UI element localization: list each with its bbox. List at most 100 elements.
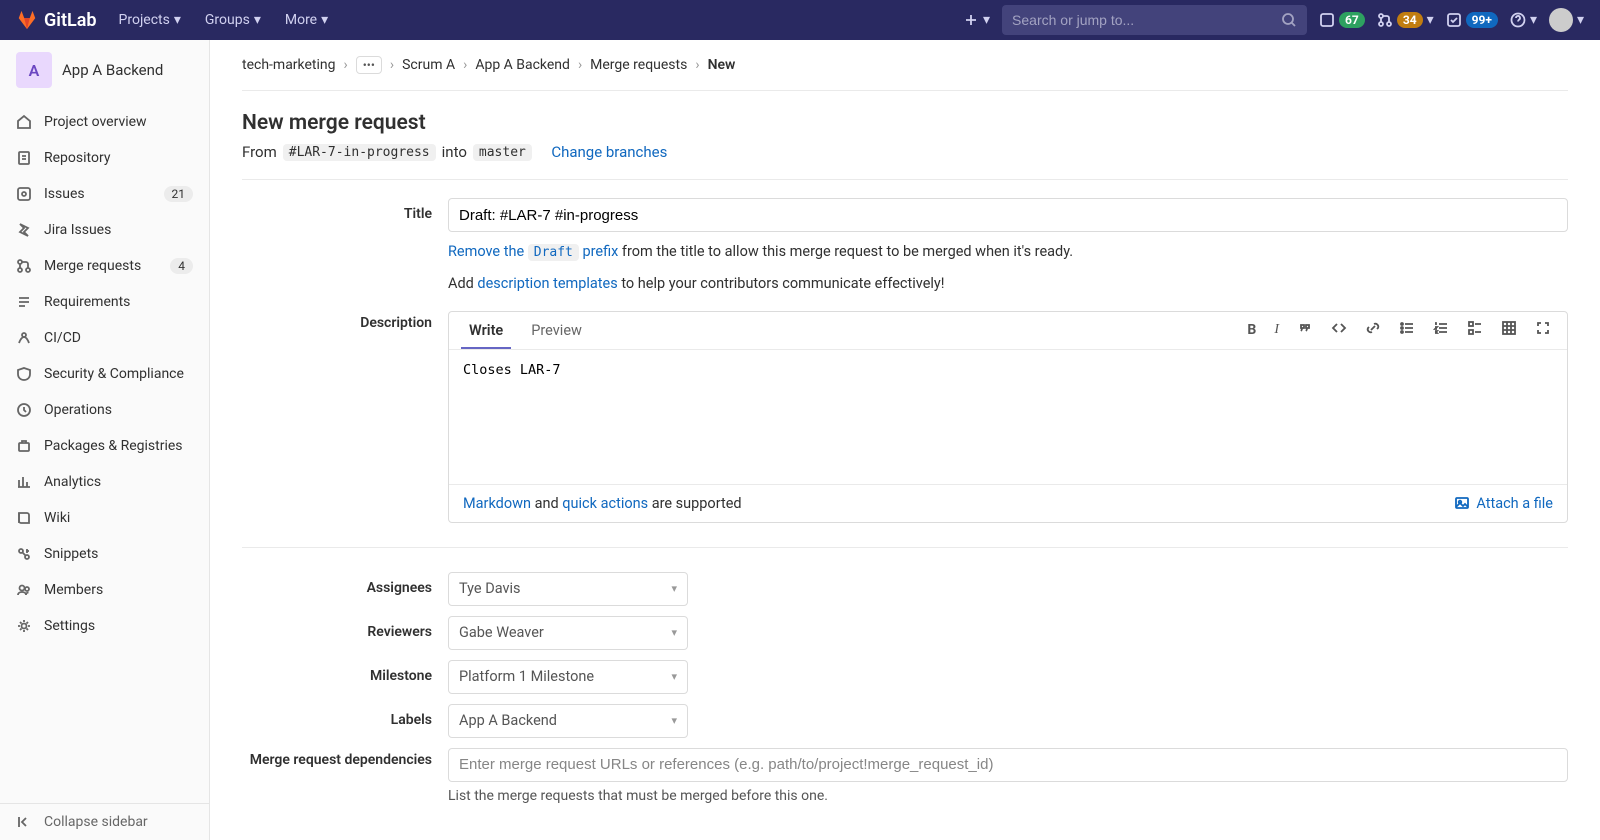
sidebar-item[interactable]: Operations: [0, 392, 209, 428]
sidebar-item-label: Settings: [44, 618, 95, 634]
nav-projects[interactable]: Projects▾: [109, 0, 191, 40]
breadcrumb-ellipsis[interactable]: •••: [356, 56, 382, 74]
sidebar-item[interactable]: Members: [0, 572, 209, 608]
desc-templates-link[interactable]: description templates: [477, 275, 617, 292]
tab-write[interactable]: Write: [461, 312, 511, 349]
chevron-down-icon: ▾: [174, 12, 181, 28]
title-input[interactable]: [448, 198, 1568, 232]
markdown-hint: Markdown and quick actions are supported: [463, 495, 742, 512]
crumb[interactable]: App A Backend: [475, 57, 570, 73]
sidebar-item-label: Merge requests: [44, 258, 141, 274]
image-icon: [1454, 495, 1470, 511]
attach-file-button[interactable]: Attach a file: [1454, 495, 1553, 512]
code-button[interactable]: [1327, 316, 1351, 344]
milestone-select[interactable]: Platform 1 Milestone▾: [448, 660, 688, 694]
link-button[interactable]: [1361, 316, 1385, 344]
description-textarea[interactable]: [449, 350, 1567, 480]
plus-menu[interactable]: ▾: [963, 12, 990, 28]
sidebar-item[interactable]: Requirements: [0, 284, 209, 320]
chevron-down-icon: ▾: [1427, 12, 1434, 28]
remove-draft-link[interactable]: Remove the Draft prefix: [448, 243, 618, 260]
sidebar-icon: [16, 366, 32, 382]
search-input-wrapper[interactable]: [1002, 5, 1307, 35]
sidebar-item[interactable]: Merge requests 4: [0, 248, 209, 284]
issues-counter[interactable]: 67: [1319, 12, 1365, 28]
deps-input[interactable]: [448, 748, 1568, 782]
mrs-counter[interactable]: 34 ▾: [1377, 12, 1434, 28]
crumb[interactable]: Merge requests: [590, 57, 687, 73]
deps-label: Merge request dependencies: [242, 748, 448, 804]
project-avatar: A: [16, 52, 52, 88]
sidebar-icon: [16, 330, 32, 346]
sidebar-item-label: CI/CD: [44, 330, 81, 346]
ul-button[interactable]: [1395, 316, 1419, 344]
sidebar-item-label: Requirements: [44, 294, 130, 310]
sidebar-item[interactable]: Snippets: [0, 536, 209, 572]
sidebar-icon: [16, 150, 32, 166]
sidebar-item[interactable]: Settings: [0, 608, 209, 644]
task-button[interactable]: [1463, 316, 1487, 344]
italic-button[interactable]: I: [1270, 318, 1283, 342]
chevron-down-icon: ▾: [671, 670, 677, 683]
user-menu[interactable]: ▾: [1549, 8, 1584, 32]
crumb[interactable]: Scrum A: [402, 57, 455, 73]
assignees-label: Assignees: [242, 572, 448, 606]
reviewers-label: Reviewers: [242, 616, 448, 650]
chevron-down-icon: ▾: [1530, 12, 1537, 28]
sidebar-item[interactable]: Jira Issues: [0, 212, 209, 248]
sidebar-item[interactable]: Security & Compliance: [0, 356, 209, 392]
sidebar-icon: [16, 294, 32, 310]
main-content: tech-marketing› •••› Scrum A› App A Back…: [210, 40, 1600, 840]
nav-more[interactable]: More▾: [275, 0, 338, 40]
reviewers-select[interactable]: Gabe Weaver▾: [448, 616, 688, 650]
brand-text: GitLab: [44, 10, 97, 31]
sidebar-item[interactable]: Wiki: [0, 500, 209, 536]
bold-button[interactable]: B: [1243, 318, 1260, 342]
crumb[interactable]: tech-marketing: [242, 57, 336, 73]
sidebar-item[interactable]: Analytics: [0, 464, 209, 500]
sidebar-icon: [16, 510, 32, 526]
labels-select[interactable]: App A Backend▾: [448, 704, 688, 738]
quick-actions-link[interactable]: quick actions: [562, 495, 648, 512]
ol-button[interactable]: [1429, 316, 1453, 344]
nav-groups[interactable]: Groups▾: [195, 0, 271, 40]
sidebar-item-label: Jira Issues: [44, 222, 111, 238]
sidebar-item-label: Wiki: [44, 510, 70, 526]
chevron-down-icon: ▾: [671, 714, 677, 727]
sidebar-item[interactable]: Packages & Registries: [0, 428, 209, 464]
sidebar-icon: [16, 186, 32, 202]
sidebar-badge: 21: [164, 186, 194, 202]
sidebar-item-label: Snippets: [44, 546, 98, 562]
sidebar-icon: [16, 114, 32, 130]
markdown-link[interactable]: Markdown: [463, 495, 531, 512]
project-name: App A Backend: [62, 61, 163, 79]
table-button[interactable]: [1497, 316, 1521, 344]
quote-button[interactable]: [1293, 316, 1317, 344]
sidebar-item[interactable]: Issues 21: [0, 176, 209, 212]
brand-logo[interactable]: GitLab: [16, 9, 97, 31]
assignees-select[interactable]: Tye Davis▾: [448, 572, 688, 606]
sidebar-item[interactable]: CI/CD: [0, 320, 209, 356]
collapse-sidebar[interactable]: Collapse sidebar: [0, 803, 209, 840]
chevron-down-icon: ▾: [254, 12, 261, 28]
todos-counter[interactable]: 99+: [1446, 12, 1498, 28]
chevron-down-icon: ▾: [983, 12, 990, 28]
sidebar-icon: [16, 438, 32, 454]
sidebar-item-label: Packages & Registries: [44, 438, 183, 454]
sidebar-badge: 4: [170, 258, 193, 274]
search-input[interactable]: [1012, 12, 1281, 28]
sidebar-icon: [16, 618, 32, 634]
tab-preview[interactable]: Preview: [523, 312, 590, 349]
title-label: Title: [242, 198, 448, 295]
change-branches-link[interactable]: Change branches: [551, 143, 667, 161]
sidebar-item[interactable]: Repository: [0, 140, 209, 176]
project-header[interactable]: A App A Backend: [0, 40, 209, 100]
sidebar-item-label: Issues: [44, 186, 85, 202]
fullscreen-button[interactable]: [1531, 316, 1555, 344]
help-menu[interactable]: ▾: [1510, 12, 1537, 28]
sidebar-item[interactable]: Project overview: [0, 104, 209, 140]
sidebar-icon: [16, 222, 32, 238]
sidebar-icon: [16, 582, 32, 598]
branch-info: From #LAR-7-in-progress into master Chan…: [242, 143, 1568, 161]
sidebar-icon: [16, 474, 32, 490]
